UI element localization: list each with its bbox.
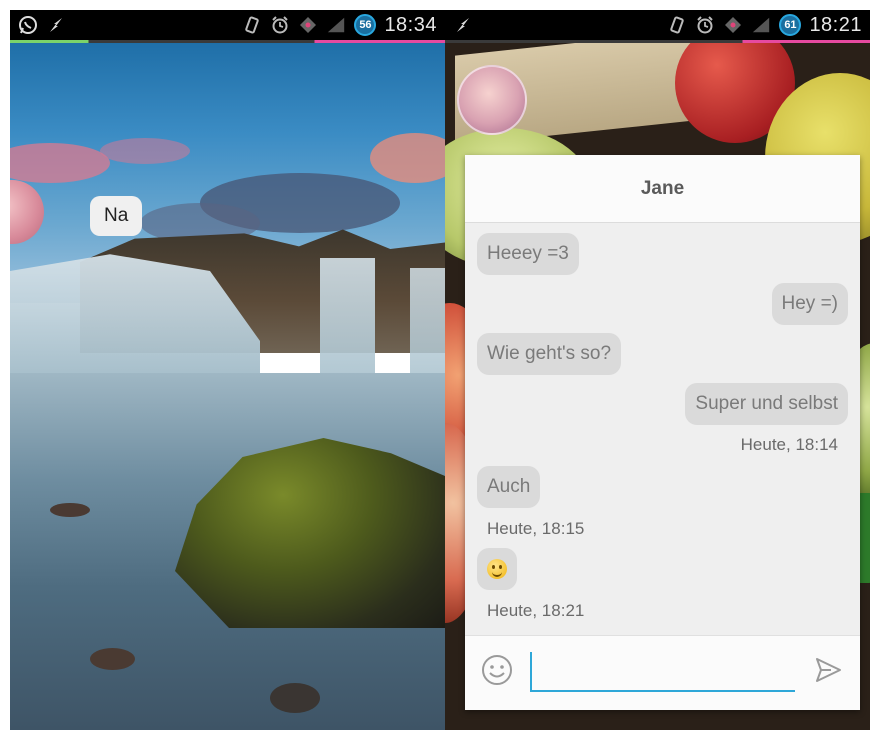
- chat-header: Jane: [465, 155, 860, 223]
- send-button[interactable]: [810, 654, 846, 690]
- chathead-message-bubble[interactable]: Na: [90, 196, 143, 236]
- timestamp: Heute, 18:21: [487, 601, 585, 620]
- message-list[interactable]: Heeey =3 Hey =) Wie geht's so? Super und…: [465, 223, 860, 635]
- chat-panel: Jane Heeey =3 Hey =) Wie geht's so? Supe…: [465, 155, 860, 710]
- chat-title: Jane: [640, 177, 685, 199]
- data-sync-icon: [298, 15, 318, 35]
- battery-icon: 56: [354, 14, 377, 36]
- timestamp: Heute, 18:15: [487, 519, 585, 538]
- waterfall: [410, 268, 445, 378]
- emoji-button[interactable]: [479, 654, 515, 690]
- smiley-icon: [481, 654, 513, 691]
- status-accent-line: [10, 40, 445, 43]
- battery-icon: 61: [779, 14, 802, 36]
- message-input[interactable]: [530, 652, 795, 692]
- whatsapp-icon: [18, 15, 38, 35]
- data-sync-icon: [723, 15, 743, 35]
- pebble: [270, 683, 320, 713]
- status-bar: 56 18:34: [10, 10, 445, 40]
- timestamp: Heute, 18:14: [740, 435, 838, 454]
- contact-avatar[interactable]: [457, 65, 527, 135]
- alarm-icon: [695, 15, 715, 35]
- message-bubble-incoming[interactable]: Auch: [477, 466, 541, 508]
- message-bubble-incoming[interactable]: Wie geht's so?: [477, 333, 622, 375]
- signal-icon: [751, 15, 771, 35]
- message-bubble-outgoing[interactable]: Super und selbst: [685, 383, 848, 425]
- message-bubble-incoming[interactable]: Heeey =3: [477, 233, 579, 275]
- clock: 18:21: [809, 13, 862, 36]
- send-icon: [813, 655, 843, 690]
- left-phone-screen: 56 18:34 Na: [10, 10, 445, 730]
- waterfall: [320, 258, 375, 378]
- vibrate-icon: [667, 15, 687, 35]
- alarm-icon: [270, 15, 290, 35]
- waterfall-wallpaper: [10, 43, 445, 730]
- message-bubble-incoming[interactable]: [477, 548, 517, 590]
- vibrate-icon: [242, 15, 262, 35]
- pebble: [50, 503, 90, 517]
- pebble: [90, 648, 135, 670]
- right-phone-screen: 61 18:21 Jane Heeey =3 Hey =) Wie geht's…: [445, 10, 870, 730]
- message-input-bar: [465, 635, 860, 710]
- message-bubble-outgoing[interactable]: Hey =): [771, 283, 848, 325]
- clock: 18:34: [384, 13, 437, 36]
- status-accent-line: [445, 40, 870, 43]
- cloud: [100, 138, 190, 164]
- status-bar: 61 18:21: [445, 10, 870, 40]
- smiley-emoji-icon: [487, 559, 507, 579]
- charging-icon: [453, 15, 473, 35]
- charging-icon: [46, 15, 66, 35]
- signal-icon: [326, 15, 346, 35]
